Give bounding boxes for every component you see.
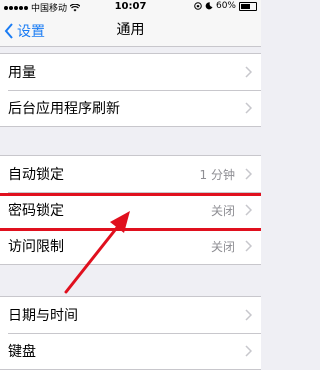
row-label: 后台应用程序刷新 (8, 101, 120, 117)
row-label: 用量 (8, 65, 36, 81)
chevron-right-icon (245, 102, 252, 114)
battery-percent: 60% (215, 1, 236, 11)
orientation-lock-icon (194, 2, 202, 10)
row-value: 关闭 (210, 203, 235, 218)
row-background-refresh[interactable]: 后台应用程序刷新 (0, 90, 261, 126)
row-value: 1 分钟 (199, 167, 235, 182)
status-bar: 中国移动 10:07 60% (0, 0, 261, 14)
row-keyboard[interactable]: 键盘 (0, 333, 261, 369)
battery-icon (239, 1, 257, 11)
row-restrictions[interactable]: 访问限制 关闭 (0, 228, 261, 264)
chevron-right-icon (245, 204, 252, 216)
row-label: 日期与时间 (8, 308, 78, 324)
navigation-bar: 设置 通用 (0, 14, 261, 47)
settings-group-usage: 用量 后台应用程序刷新 (0, 53, 261, 127)
page-title: 通用 (116, 22, 145, 38)
chevron-right-icon (245, 345, 252, 357)
status-right: 60% (194, 1, 257, 11)
chevron-right-icon (245, 309, 252, 321)
row-value: 关闭 (210, 239, 235, 254)
chevron-right-icon (245, 66, 252, 78)
row-label: 访问限制 (8, 239, 64, 255)
row-label: 自动锁定 (8, 167, 64, 183)
row-usage[interactable]: 用量 (0, 54, 261, 90)
row-passcode-lock[interactable]: 密码锁定 关闭 (0, 192, 261, 228)
row-date-time[interactable]: 日期与时间 (0, 297, 261, 333)
row-label: 密码锁定 (8, 203, 64, 219)
settings-group-lock: 自动锁定 1 分钟 密码锁定 关闭 访问限制 关闭 (0, 155, 261, 265)
row-label: 键盘 (8, 344, 36, 360)
settings-group-datetime: 日期与时间 键盘 (0, 296, 261, 370)
chevron-right-icon (245, 168, 252, 180)
moon-icon (205, 2, 213, 10)
chevron-right-icon (245, 240, 252, 252)
row-auto-lock[interactable]: 自动锁定 1 分钟 (0, 156, 261, 192)
